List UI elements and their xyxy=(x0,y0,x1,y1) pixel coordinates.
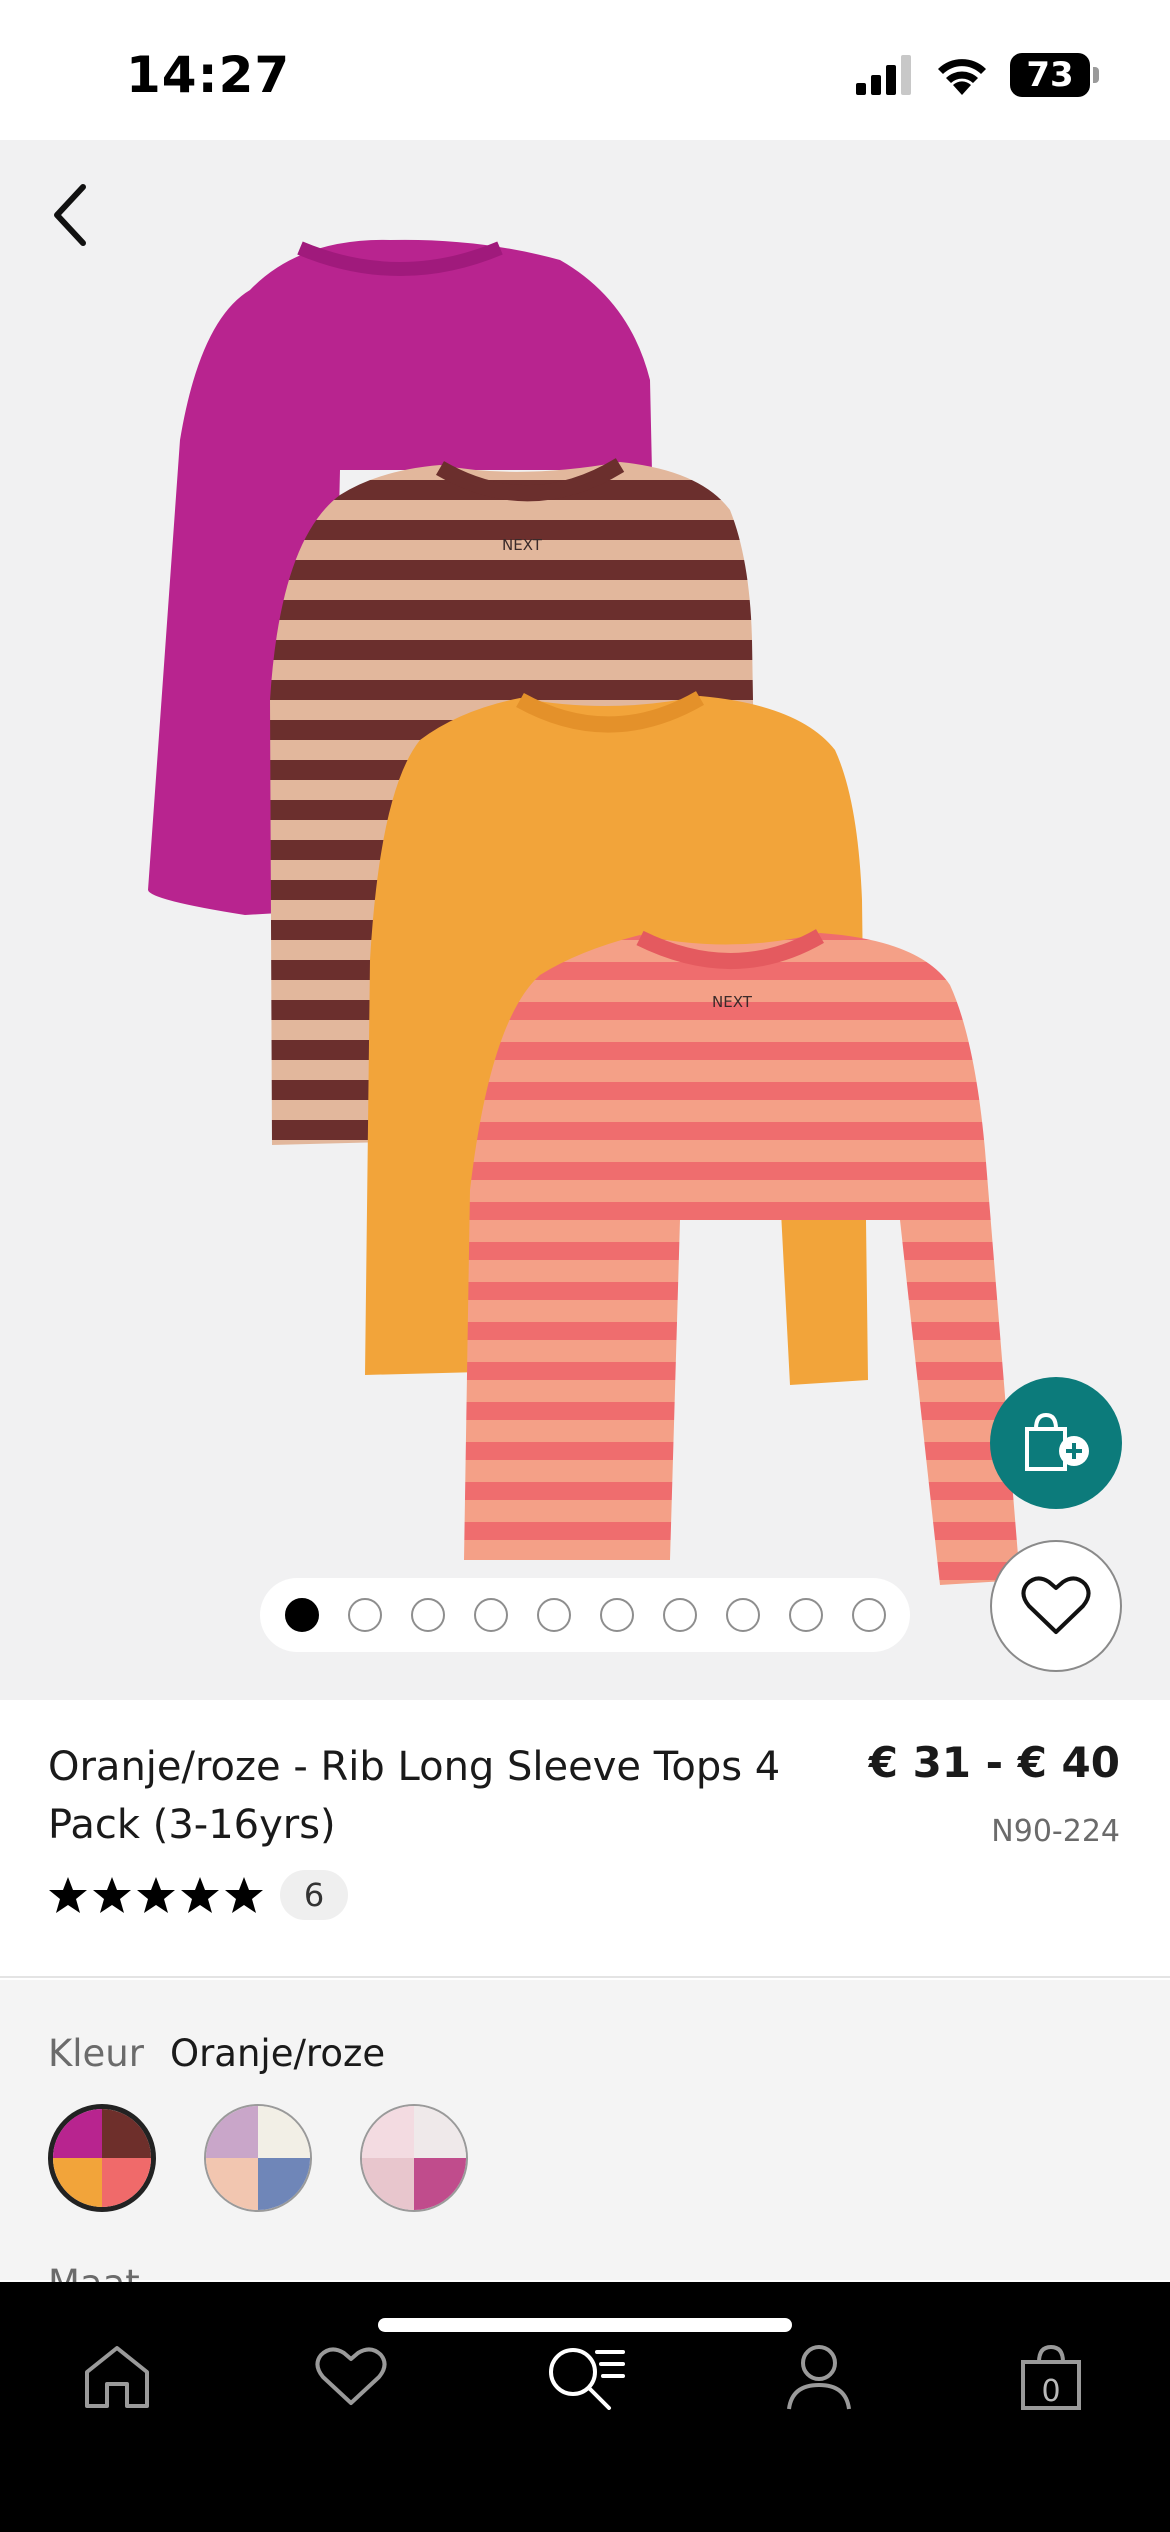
star-icon xyxy=(181,1877,219,1913)
product-gallery[interactable]: NEXT NEXT xyxy=(0,140,1170,1700)
heart-icon xyxy=(1021,1576,1091,1634)
status-time: 14:27 xyxy=(126,46,291,104)
pager-dot[interactable] xyxy=(851,1598,886,1632)
search-menu-icon xyxy=(549,2348,625,2410)
pager-dot[interactable] xyxy=(473,1598,508,1632)
account-icon xyxy=(787,2345,851,2410)
color-swatches xyxy=(48,2104,468,2212)
color-swatch[interactable] xyxy=(48,2104,156,2212)
home-indicator xyxy=(378,2318,792,2332)
gallery-pager[interactable] xyxy=(260,1578,910,1652)
add-to-bag-button[interactable] xyxy=(990,1377,1122,1509)
pager-dot[interactable] xyxy=(725,1598,760,1632)
nav-search[interactable] xyxy=(530,2322,640,2432)
star-icon xyxy=(49,1877,87,1913)
back-button[interactable] xyxy=(34,170,104,260)
svg-text:NEXT: NEXT xyxy=(712,993,753,1011)
pager-dot[interactable] xyxy=(284,1598,319,1632)
selected-color: Oranje/roze xyxy=(169,2032,386,2075)
signal-icon xyxy=(856,55,911,95)
svg-text:NEXT: NEXT xyxy=(502,536,543,554)
color-label: Kleur xyxy=(48,2032,144,2075)
nav-account[interactable] xyxy=(764,2322,874,2432)
heart-icon xyxy=(315,2347,387,2405)
star-icon xyxy=(93,1877,131,1913)
product-rating[interactable]: 6 xyxy=(48,1870,348,1920)
pager-dot[interactable] xyxy=(347,1598,382,1632)
pager-dot[interactable] xyxy=(410,1598,445,1632)
rating-stars xyxy=(48,1875,264,1915)
wifi-icon xyxy=(938,59,986,95)
color-swatch[interactable] xyxy=(204,2104,312,2212)
color-label-row: Kleur Oranje/roze xyxy=(48,2032,385,2075)
bag-count: 0 xyxy=(1041,2374,1061,2409)
status-bar: 14:27 73 xyxy=(0,0,1170,140)
nav-home[interactable] xyxy=(62,2322,172,2432)
nav-bag[interactable]: 0 xyxy=(996,2322,1106,2432)
home-icon xyxy=(85,2346,149,2408)
pager-dot[interactable] xyxy=(662,1598,697,1632)
pager-dot[interactable] xyxy=(536,1598,571,1632)
product-title: Oranje/roze - Rib Long Sleeve Tops 4 Pac… xyxy=(48,1744,781,1848)
product-info: Oranje/roze - Rib Long Sleeve Tops 4 Pac… xyxy=(0,1700,1170,1978)
battery-level: 73 xyxy=(1026,55,1074,95)
review-count-badge[interactable]: 6 xyxy=(280,1870,348,1920)
color-section: Kleur Oranje/roze Maat xyxy=(0,1980,1170,2305)
chevron-left-icon xyxy=(54,184,86,246)
status-icons: 73 xyxy=(856,50,1099,100)
nav-wishlist[interactable] xyxy=(296,2322,406,2432)
bag-plus-icon xyxy=(1025,1412,1089,1471)
product-sku: N90-224 xyxy=(991,1814,1120,1849)
product-price: € 31 - € 40 xyxy=(868,1738,1120,1787)
battery-icon: 73 xyxy=(1010,53,1099,97)
pager-dot[interactable] xyxy=(599,1598,634,1632)
star-icon xyxy=(137,1877,175,1913)
color-swatch[interactable] xyxy=(360,2104,468,2212)
star-icon xyxy=(225,1877,263,1913)
pager-dot[interactable] xyxy=(788,1598,823,1632)
wishlist-button[interactable] xyxy=(990,1540,1122,1672)
